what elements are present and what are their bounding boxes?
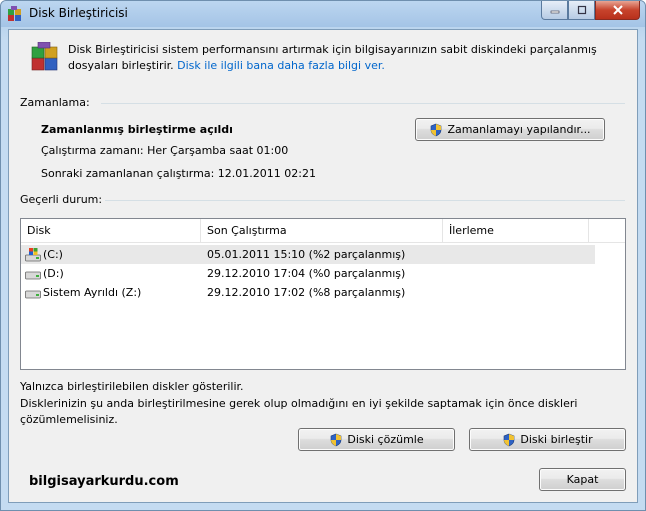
column-last-run[interactable]: Son Çalıştırma xyxy=(201,219,443,242)
close-button[interactable]: Kapat xyxy=(539,468,626,491)
close-window-button[interactable] xyxy=(595,1,640,20)
disk-list[interactable]: Disk Son Çalıştırma İlerleme (C:) 05.01.… xyxy=(20,218,626,370)
disk-last-run: 29.12.2010 17:04 (%0 parçalanmış) xyxy=(207,267,406,280)
schedule-run-time: Çalıştırma zamanı: Her Çarşamba saat 01:… xyxy=(41,144,289,157)
footer-note-2: Disklerinizin şu anda birleştirilmesine … xyxy=(20,397,578,426)
more-info-link[interactable]: Disk ile ilgili bana daha fazla bilgi ve… xyxy=(177,59,385,72)
schedule-section-label: Zamanlama: xyxy=(20,96,90,109)
footer-note-1: Yalnızca birleştirilebilen diskler göste… xyxy=(20,380,244,393)
close-icon xyxy=(612,5,623,15)
disk-last-run: 29.12.2010 17:02 (%8 parçalanmış) xyxy=(207,286,406,299)
disk-row-d[interactable]: (D:) 29.12.2010 17:04 (%0 parçalanmış) xyxy=(21,264,595,283)
system-drive-icon xyxy=(25,248,41,262)
analyze-disk-button[interactable]: Diski çözümle xyxy=(298,428,455,451)
defrag-window: Disk Birleştiricisi Disk Birleştiricisi … xyxy=(0,0,646,511)
disk-name: (C:) xyxy=(43,248,63,261)
configure-schedule-button[interactable]: Zamanlamayı yapılandır... xyxy=(415,118,605,141)
window-title: Disk Birleştiricisi xyxy=(29,6,128,20)
uac-shield-icon xyxy=(431,123,442,136)
drive-icon xyxy=(25,290,41,299)
schedule-separator xyxy=(101,103,625,104)
disk-row-z[interactable]: Sistem Ayrıldı (Z:) 29.12.2010 17:02 (%8… xyxy=(21,283,595,302)
disk-list-header: Disk Son Çalıştırma İlerleme xyxy=(21,219,625,243)
defragment-disk-label: Diski birleştir xyxy=(520,433,593,446)
column-progress[interactable]: İlerleme xyxy=(443,219,589,242)
configure-schedule-label: Zamanlamayı yapılandır... xyxy=(447,123,591,136)
maximize-icon xyxy=(577,5,586,15)
schedule-next-run: Sonraki zamanlanan çalıştırma: 12.01.201… xyxy=(41,167,316,180)
watermark-text: bilgisayarkurdu.com xyxy=(29,474,179,489)
current-status-label: Geçerli durum: xyxy=(20,193,103,206)
defrag-app-icon xyxy=(8,6,21,21)
drive-icon xyxy=(25,271,41,280)
column-disk[interactable]: Disk xyxy=(21,219,201,242)
defragment-disk-button[interactable]: Diski birleştir xyxy=(469,428,626,451)
uac-shield-icon xyxy=(331,433,342,446)
uac-shield-icon xyxy=(504,433,515,446)
disk-name: Sistem Ayrıldı (Z:) xyxy=(43,286,142,299)
maximize-button[interactable] xyxy=(568,1,595,20)
title-bar[interactable]: Disk Birleştiricisi xyxy=(1,1,645,27)
intro-text: Disk Birleştiricisi sistem performansını… xyxy=(68,42,628,74)
schedule-status: Zamanlanmış birleştirme açıldı xyxy=(41,123,233,136)
close-button-label: Kapat xyxy=(566,473,599,486)
disk-name: (D:) xyxy=(43,267,64,280)
dialog-client-area: Disk Birleştiricisi sistem performansını… xyxy=(8,29,638,503)
defrag-large-icon xyxy=(31,42,58,71)
minimize-button[interactable] xyxy=(541,1,568,20)
current-status-separator xyxy=(105,200,625,201)
analyze-disk-label: Diski çözümle xyxy=(347,433,424,446)
disk-row-c[interactable]: (C:) 05.01.2011 15:10 (%2 parçalanmış) xyxy=(21,245,595,264)
minimize-icon xyxy=(550,10,559,14)
disk-last-run: 05.01.2011 15:10 (%2 parçalanmış) xyxy=(207,248,406,261)
